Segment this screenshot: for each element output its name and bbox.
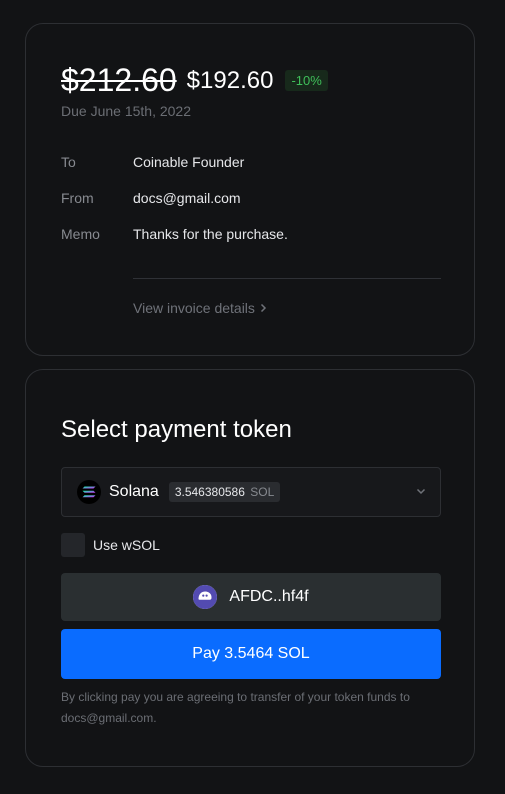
divider — [133, 278, 441, 279]
phantom-icon — [193, 585, 218, 609]
from-label: From — [61, 190, 94, 206]
to-label: To — [61, 154, 76, 170]
to-value: Coinable Founder — [133, 154, 245, 170]
memo-row: Memo Thanks for the purchase. — [61, 226, 288, 242]
pay-disclaimer: By clicking pay you are agreeing to tran… — [61, 690, 410, 725]
from-value: docs@gmail.com — [133, 190, 241, 206]
memo-label: Memo — [61, 226, 100, 242]
pay-button[interactable]: Pay 3.5464 SOL — [61, 629, 441, 679]
token-name: Solana — [109, 483, 159, 500]
to-row: To Coinable Founder — [61, 154, 244, 170]
wallet-address: AFDC..hf4f — [229, 588, 309, 605]
payment-title: Select payment token — [61, 416, 292, 443]
token-balance: 3.546380586 — [174, 485, 245, 499]
view-invoice-details-link[interactable]: View invoice details — [133, 300, 267, 316]
view-invoice-details-label: View invoice details — [133, 300, 255, 316]
chevron-down-icon — [416, 488, 426, 495]
token-balance-badge: 3.546380586 SOL — [168, 482, 281, 502]
due-date: Due June 15th, 2022 — [61, 103, 191, 119]
chevron-right-icon — [260, 303, 266, 313]
use-wsol-label[interactable]: Use wSOL — [93, 537, 160, 553]
token-unit: SOL — [250, 485, 275, 499]
price-row: $212.60 $192.60 -10% — [61, 62, 328, 99]
discounted-price: $192.60 — [186, 66, 274, 94]
memo-value: Thanks for the purchase. — [133, 226, 288, 242]
wallet-button[interactable]: AFDC..hf4f — [61, 573, 441, 621]
use-wsol-checkbox[interactable] — [61, 533, 85, 557]
token-select[interactable]: Solana 3.546380586 SOL — [61, 467, 441, 517]
invoice-card: $212.60 $192.60 -10% Due June 15th, 2022… — [25, 23, 475, 356]
discount-badge: -10% — [285, 70, 328, 91]
from-row: From docs@gmail.com — [61, 190, 241, 206]
payment-card: Select payment token Solana 3.546380586 … — [25, 369, 475, 767]
use-wsol-row: Use wSOL — [61, 533, 160, 557]
solana-icon — [77, 480, 101, 504]
original-price: $212.60 — [61, 62, 177, 98]
